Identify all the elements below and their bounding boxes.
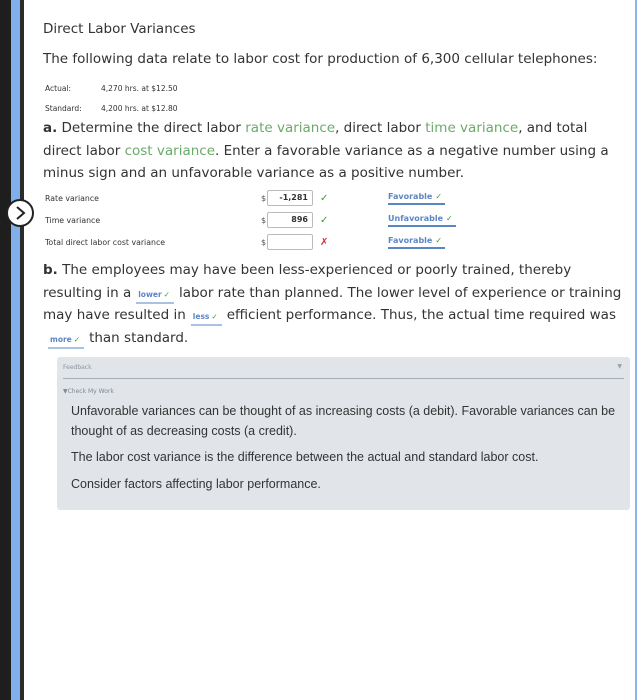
currency-symbol: $ bbox=[261, 215, 267, 225]
correct-check-icon: ✓ bbox=[320, 214, 329, 226]
variance-row-time: Time variance $ 896 ✓ Unfavorable ✓ bbox=[45, 209, 485, 231]
sidebar-border bbox=[20, 0, 24, 700]
data-label: Actual: bbox=[45, 83, 72, 93]
correct-check-icon: ✓ bbox=[435, 191, 443, 201]
data-row-standard: Standard: 4,200 hrs. at $12.80 bbox=[45, 98, 178, 118]
variance-row-total: Total direct labor cost variance $ ✗ Fav… bbox=[45, 231, 485, 253]
correct-check-icon: ✓ bbox=[320, 192, 329, 204]
incorrect-x-icon: ✗ bbox=[320, 236, 329, 248]
instruction-text: , direct labor bbox=[335, 120, 426, 136]
variance-label: Total direct labor cost variance bbox=[45, 237, 166, 247]
term-cost-variance[interactable]: cost variance bbox=[125, 143, 215, 159]
variance-label: Rate variance bbox=[45, 193, 99, 203]
question-text: than standard. bbox=[89, 329, 189, 346]
question-text: efficient performance. Thus, the actual … bbox=[226, 307, 616, 323]
select-value: Favorable bbox=[388, 191, 433, 201]
part-b-question: b. The employees may have been less-expe… bbox=[43, 259, 628, 349]
part-a-instructions: a. Determine the direct labor rate varia… bbox=[43, 117, 623, 185]
feedback-paragraph: The labor cost variance is the differenc… bbox=[71, 450, 539, 464]
part-letter: a. bbox=[43, 120, 58, 136]
select-value: more bbox=[50, 334, 72, 344]
term-rate-variance[interactable]: rate variance bbox=[245, 120, 335, 136]
select-value: lower bbox=[138, 289, 162, 299]
expand-sidebar-button[interactable] bbox=[6, 199, 34, 227]
data-row-actual: Actual: 4,270 hrs. at $12.50 bbox=[45, 78, 178, 98]
feedback-header[interactable]: Feedback bbox=[63, 364, 92, 371]
currency-symbol: $ bbox=[261, 193, 267, 203]
rate-variance-type-select[interactable]: Favorable ✓ bbox=[388, 191, 446, 205]
feedback-paragraph: Unfavorable variances can be thought of … bbox=[71, 404, 616, 438]
correct-check-icon: ✓ bbox=[446, 213, 453, 223]
check-my-work-toggle[interactable]: ▼Check My Work bbox=[63, 388, 114, 395]
rate-level-select[interactable]: lower ✓ bbox=[136, 289, 174, 304]
select-value: less bbox=[192, 312, 210, 321]
feedback-divider bbox=[63, 378, 624, 379]
efficiency-select[interactable]: less ✓ bbox=[190, 311, 222, 326]
data-label: Standard: bbox=[45, 103, 82, 113]
time-required-select[interactable]: more ✓ bbox=[48, 334, 85, 349]
chevron-right-icon bbox=[16, 206, 26, 220]
rate-variance-input[interactable]: -1,281 bbox=[267, 190, 313, 206]
sidebar-rail bbox=[11, 0, 20, 700]
variance-row-rate: Rate variance $ -1,281 ✓ Favorable ✓ bbox=[45, 187, 485, 209]
time-variance-type-select[interactable]: Unfavorable ✓ bbox=[388, 214, 456, 227]
data-value: 4,270 hrs. at $12.50 bbox=[101, 83, 178, 93]
correct-check-icon: ✓ bbox=[73, 334, 81, 344]
feedback-paragraph: Consider factors affecting labor perform… bbox=[71, 476, 321, 491]
total-variance-type-select[interactable]: Favorable ✓ bbox=[388, 235, 446, 249]
problem-title: Direct Labor Variances bbox=[43, 21, 196, 37]
total-variance-input[interactable] bbox=[267, 234, 313, 250]
instruction-text: Determine the direct labor bbox=[57, 120, 246, 136]
collapse-caret-icon[interactable]: ▼ bbox=[617, 363, 622, 370]
scrollbar-edge bbox=[635, 0, 637, 700]
labor-data-table: Actual: 4,270 hrs. at $12.50 Standard: 4… bbox=[45, 78, 178, 118]
correct-check-icon: ✓ bbox=[211, 312, 218, 321]
part-letter: b. bbox=[43, 262, 58, 278]
window-edge bbox=[0, 0, 11, 700]
time-variance-input[interactable]: 896 bbox=[267, 212, 313, 228]
problem-intro: The following data relate to labor cost … bbox=[43, 51, 598, 67]
feedback-panel: Feedback ▼ ▼Check My Work Unfavorable va… bbox=[57, 357, 630, 510]
correct-check-icon: ✓ bbox=[163, 289, 170, 299]
currency-symbol: $ bbox=[261, 237, 267, 247]
variance-label: Time variance bbox=[45, 215, 101, 225]
feedback-body: Unfavorable variances can be thought of … bbox=[71, 402, 623, 501]
data-value: 4,200 hrs. at $12.80 bbox=[101, 103, 178, 113]
term-time-variance[interactable]: time variance bbox=[425, 120, 518, 136]
select-value: Unfavorable bbox=[388, 213, 444, 223]
select-value: Favorable bbox=[388, 235, 433, 245]
correct-check-icon: ✓ bbox=[435, 235, 443, 245]
